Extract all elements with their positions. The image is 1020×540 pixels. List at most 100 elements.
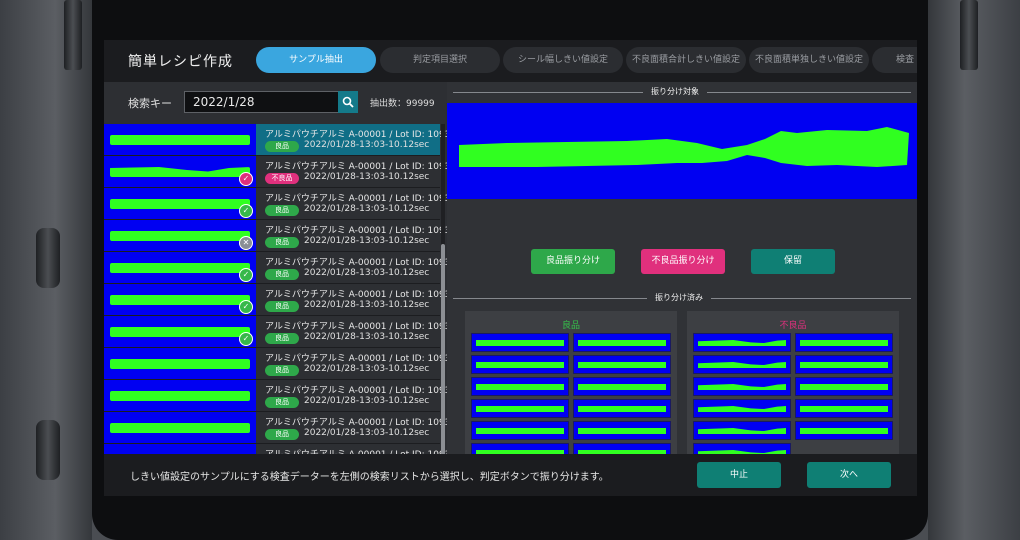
- sorted-thumbnail[interactable]: [795, 355, 893, 374]
- status-badge: 良品: [265, 333, 299, 344]
- seal-band: [578, 406, 666, 412]
- sorted-thumbnail[interactable]: [693, 421, 791, 440]
- check-mark-icon: ✓: [239, 204, 253, 218]
- sample-title: アルミパウチアルミ A-00001 / Lot ID: 10935: [265, 418, 447, 428]
- list-item[interactable]: ✕ アルミパウチアルミ A-00001 / Lot ID: 10935 良品 2022…: [104, 220, 447, 252]
- list-item[interactable]: アルミパウチアルミ A-00001 / Lot ID: 10935良品2022/…: [104, 124, 447, 156]
- seal-band: [476, 340, 564, 346]
- seal-band: [698, 362, 786, 368]
- seal-band: [578, 362, 666, 368]
- right-clip-top: [960, 0, 978, 70]
- sorted-thumbnail[interactable]: [795, 377, 893, 396]
- tab-defect-area-total[interactable]: 不良面積合計しきい値設定: [626, 47, 746, 73]
- sample-title: アルミパウチアルミ A-00001 / Lot ID: 10935: [265, 290, 447, 300]
- list-item[interactable]: ✓ アルミパウチアルミ A-00001 / Lot ID: 10935 不良品 202…: [104, 156, 447, 188]
- list-item[interactable]: アルミパウチアルミ A-00001 / Lot ID: 10935良品2022/…: [104, 380, 447, 412]
- tab-item-select[interactable]: 判定項目選択: [380, 47, 500, 73]
- bad-sort-button[interactable]: 不良品振り分け: [641, 249, 725, 274]
- sample-thumbnail: [104, 412, 256, 443]
- list-item[interactable]: アルミパウチアルミ A-00001 / Lot ID: 10935良品2022/…: [104, 444, 447, 454]
- seal-band: [800, 384, 888, 390]
- seal-band: [476, 362, 564, 368]
- sample-thumbnail: [104, 380, 256, 411]
- tab-seal-width[interactable]: シール幅しきい値設定: [503, 47, 623, 73]
- sample-title: アルミパウチアルミ A-00001 / Lot ID: 10935: [265, 447, 447, 454]
- list-item[interactable]: ✓ アルミパウチアルミ A-00001 / Lot ID: 10935 良品 2022…: [104, 252, 447, 284]
- hold-button[interactable]: 保留: [751, 249, 835, 274]
- status-badge: 良品: [265, 365, 299, 376]
- sample-title: アルミパウチアルミ A-00001 / Lot ID: 10935: [265, 322, 447, 332]
- status-badge: 良品: [265, 429, 299, 440]
- sorted-thumbnail[interactable]: [573, 333, 671, 352]
- tab-sample-extract[interactable]: サンプル抽出: [256, 47, 376, 73]
- status-badge: 良品: [265, 237, 299, 248]
- sample-timestamp: 2022/01/28-13:03-10.12sec: [304, 364, 430, 374]
- sorted-thumbnail[interactable]: [573, 421, 671, 440]
- sorted-thumbnail[interactable]: [471, 355, 569, 374]
- seal-band: [110, 295, 250, 305]
- sorted-thumbnail[interactable]: [795, 421, 893, 440]
- page-title: 簡単レシピ作成: [128, 54, 233, 70]
- list-scrollbar-thumb[interactable]: [441, 244, 445, 456]
- seal-band: [110, 167, 250, 177]
- seal-band-image: [459, 127, 909, 167]
- tab-defect-area-single[interactable]: 不良面積単独しきい値設定: [749, 47, 869, 73]
- sample-thumbnail: [104, 124, 256, 155]
- sorted-thumbnail[interactable]: [795, 399, 893, 418]
- sorted-thumbnail[interactable]: [471, 399, 569, 418]
- sample-timestamp: 2022/01/28-13:03-10.12sec: [304, 332, 430, 342]
- sample-timestamp: 2022/01/28-13:03-10.12sec: [304, 396, 430, 406]
- sample-title: アルミパウチアルミ A-00001 / Lot ID: 10935: [265, 226, 447, 236]
- sorting-panel: 振り分け対象 良品振り分け 不良品振り分け 保留 振り分け済み 良品 不良品: [447, 82, 917, 491]
- sorted-thumbnail[interactable]: [471, 377, 569, 396]
- seal-band: [110, 391, 250, 401]
- cancel-button[interactable]: 中止: [697, 462, 781, 488]
- sorted-thumbnail[interactable]: [471, 333, 569, 352]
- seal-band: [800, 428, 888, 434]
- seal-band: [110, 263, 250, 273]
- list-item[interactable]: ✓ アルミパウチアルミ A-00001 / Lot ID: 10935 良品 2022…: [104, 188, 447, 220]
- sorted-thumbnail[interactable]: [693, 355, 791, 374]
- target-image: [447, 103, 917, 199]
- tab-inspection[interactable]: 検査: [872, 47, 917, 73]
- app-screen: 簡単レシピ作成 サンプル抽出 判定項目選択 シール幅しきい値設定 不良面積合計し…: [104, 40, 917, 496]
- search-button[interactable]: [338, 91, 358, 113]
- check-mark-icon: ✓: [239, 300, 253, 314]
- status-badge: 不良品: [265, 173, 299, 184]
- sample-title: アルミパウチアルミ A-00001 / Lot ID: 10935: [265, 130, 447, 140]
- seal-band: [476, 406, 564, 412]
- status-badge: 良品: [265, 301, 299, 312]
- sorted-thumbnail[interactable]: [693, 399, 791, 418]
- sorted-thumbnail[interactable]: [693, 377, 791, 396]
- result-count: 抽出数：99999: [370, 99, 435, 109]
- sorted-thumbnail[interactable]: [795, 333, 893, 352]
- status-badge: 良品: [265, 397, 299, 408]
- next-button[interactable]: 次へ: [807, 462, 891, 488]
- search-input[interactable]: 2022/1/28: [184, 91, 344, 113]
- sample-thumbnail: ✓: [104, 284, 256, 315]
- good-sort-button[interactable]: 良品振り分け: [531, 249, 615, 274]
- seal-band: [110, 231, 250, 241]
- list-item[interactable]: アルミパウチアルミ A-00001 / Lot ID: 10935良品 2022/…: [104, 412, 447, 444]
- sample-timestamp: 2022/01/28-13:03-10.12sec: [304, 428, 430, 438]
- app-header: 簡単レシピ作成 サンプル抽出 判定項目選択 シール幅しきい値設定 不良面積合計し…: [104, 40, 917, 82]
- check-mark-icon: ✓: [239, 172, 253, 186]
- list-item[interactable]: ✓ アルミパウチアルミ A-00001 / Lot ID: 10935 良品 2022…: [104, 316, 447, 348]
- sorted-thumbnail[interactable]: [573, 355, 671, 374]
- sorted-thumbnail[interactable]: [693, 333, 791, 352]
- sample-list: アルミパウチアルミ A-00001 / Lot ID: 10935 良品 2022/…: [104, 124, 447, 454]
- seal-band: [476, 428, 564, 434]
- seal-band: [110, 359, 250, 369]
- sample-title: アルミパウチアルミ A-00001 / Lot ID: 10935: [265, 162, 447, 172]
- footer-bar: しきい値設定のサンプルにする検査データーを左側の検索リストから選択し、判定ボタン…: [104, 454, 917, 496]
- seal-band: [110, 135, 250, 145]
- sorted-thumbnail[interactable]: [573, 399, 671, 418]
- list-item[interactable]: ✓ アルミパウチアルミ A-00001 / Lot ID: 10935 良品 2022…: [104, 284, 447, 316]
- status-badge: 良品: [265, 141, 299, 152]
- sorted-thumbnail[interactable]: [471, 421, 569, 440]
- search-label: 検索キー: [128, 97, 172, 110]
- sample-title: アルミパウチアルミ A-00001 / Lot ID: 10935: [265, 354, 447, 364]
- sorted-thumbnail[interactable]: [573, 377, 671, 396]
- seal-band: [110, 199, 250, 209]
- list-item[interactable]: アルミパウチアルミ A-00001 / Lot ID: 10935良品 2022/…: [104, 348, 447, 380]
